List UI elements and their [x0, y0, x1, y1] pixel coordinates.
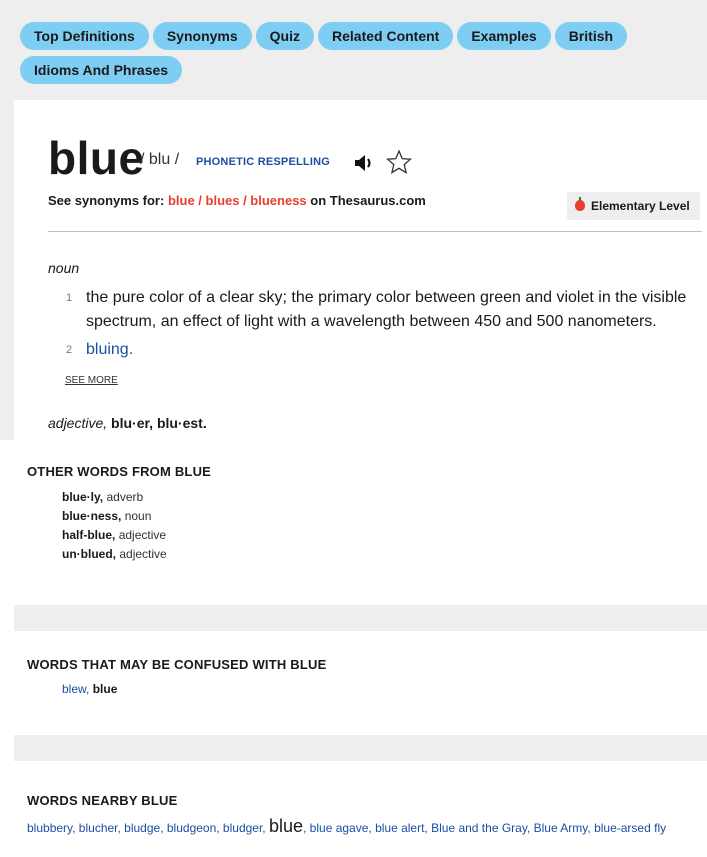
apple-icon [575, 197, 585, 211]
other-word-pos: adverb [106, 490, 144, 504]
list-item: half-blue, adjective [62, 526, 167, 545]
confused-words-line: blew, blue [62, 682, 117, 696]
pill-british[interactable]: British [554, 22, 628, 50]
top-area: Top Definitions Synonyms Quiz Related Conte… [0, 0, 707, 440]
see-synonyms-prefix: See synonyms for: [48, 193, 165, 208]
adjective-forms: adjective, blu·er, blu·est. [48, 415, 207, 431]
list-item: blue·ness, noun [62, 507, 167, 526]
star-icon[interactable] [385, 149, 413, 180]
adjective-inflections: blu·er, blu·est. [111, 415, 207, 431]
pill-idioms-and-phrases[interactable]: Idioms And Phrases [20, 56, 183, 84]
definition-item: 2 bluing. [66, 338, 133, 362]
nearby-current-word: blue [268, 816, 304, 836]
section-nav: Top Definitions Synonyms Quiz Related Conte… [20, 22, 700, 90]
confused-words-title: WORDS THAT MAY BE CONFUSED WITH BLUE [27, 657, 327, 672]
pill-related-content[interactable]: Related Content [318, 22, 454, 50]
definition-number: 1 [66, 292, 73, 304]
confused-word-link[interactable]: blew, [62, 682, 89, 696]
other-words-title: OTHER WORDS FROM BLUE [27, 464, 212, 479]
definition-link-bluing[interactable]: bluing. [86, 341, 133, 358]
nearby-links-after[interactable]: , blue agave, blue alert, Blue and the G… [303, 821, 666, 835]
pronunciation: / blu / [140, 151, 180, 168]
other-word-pos: adjective [119, 547, 167, 561]
definition-text: the pure color of a clear sky; the prima… [86, 289, 687, 330]
phonetic-respelling-button[interactable]: PHONETIC RESPELLING [196, 156, 330, 168]
other-word: half-blue, [62, 528, 116, 542]
pill-top-definitions[interactable]: Top Definitions [20, 22, 149, 50]
nearby-words-title: WORDS NEARBY BLUE [27, 793, 178, 808]
pill-examples[interactable]: Examples [457, 22, 551, 50]
definition-card: blue / blu / PHONETIC RESPELLING See syn… [14, 100, 707, 440]
list-item: blue·ly, adverb [62, 488, 167, 507]
part-of-speech: noun [48, 260, 80, 276]
other-words-list: blue·ly, adverb blue·ness, noun half-blu… [62, 488, 167, 564]
see-synonyms: See synonyms for: blue / blues / bluenes… [48, 193, 426, 208]
thesaurus-link[interactable]: on Thesaurus.com [310, 193, 426, 208]
synonym-links[interactable]: blue / blues / blueness [168, 193, 307, 208]
section-divider-band [14, 735, 707, 761]
other-word: un·blued, [62, 547, 116, 561]
level-badge[interactable]: Elementary Level [567, 192, 700, 220]
divider [48, 231, 702, 232]
other-word-pos: noun [124, 509, 152, 523]
speaker-icon[interactable] [353, 153, 377, 178]
other-word-pos: adjective [118, 528, 167, 542]
adjective-pos: adjective, [48, 415, 108, 431]
nearby-words-list: blubbery, blucher, bludge, bludgeon, blu… [27, 816, 705, 838]
section-divider-band [14, 605, 707, 631]
list-item: un·blued, adjective [62, 545, 167, 564]
other-word: blue·ly, [62, 490, 104, 504]
headword: blue [48, 132, 145, 184]
pill-quiz[interactable]: Quiz [255, 22, 314, 50]
other-word: blue·ness, [62, 509, 122, 523]
definition-item: 1 the pure color of a clear sky; the prim… [66, 286, 702, 334]
level-label: Elementary Level [591, 199, 690, 213]
see-more-link[interactable]: SEE MORE [65, 375, 118, 386]
confused-current-word: blue [92, 682, 118, 696]
definition-number: 2 [66, 344, 73, 356]
pill-synonyms[interactable]: Synonyms [152, 22, 252, 50]
nearby-links-before[interactable]: blubbery, blucher, bludge, bludgeon, blu… [27, 821, 266, 835]
